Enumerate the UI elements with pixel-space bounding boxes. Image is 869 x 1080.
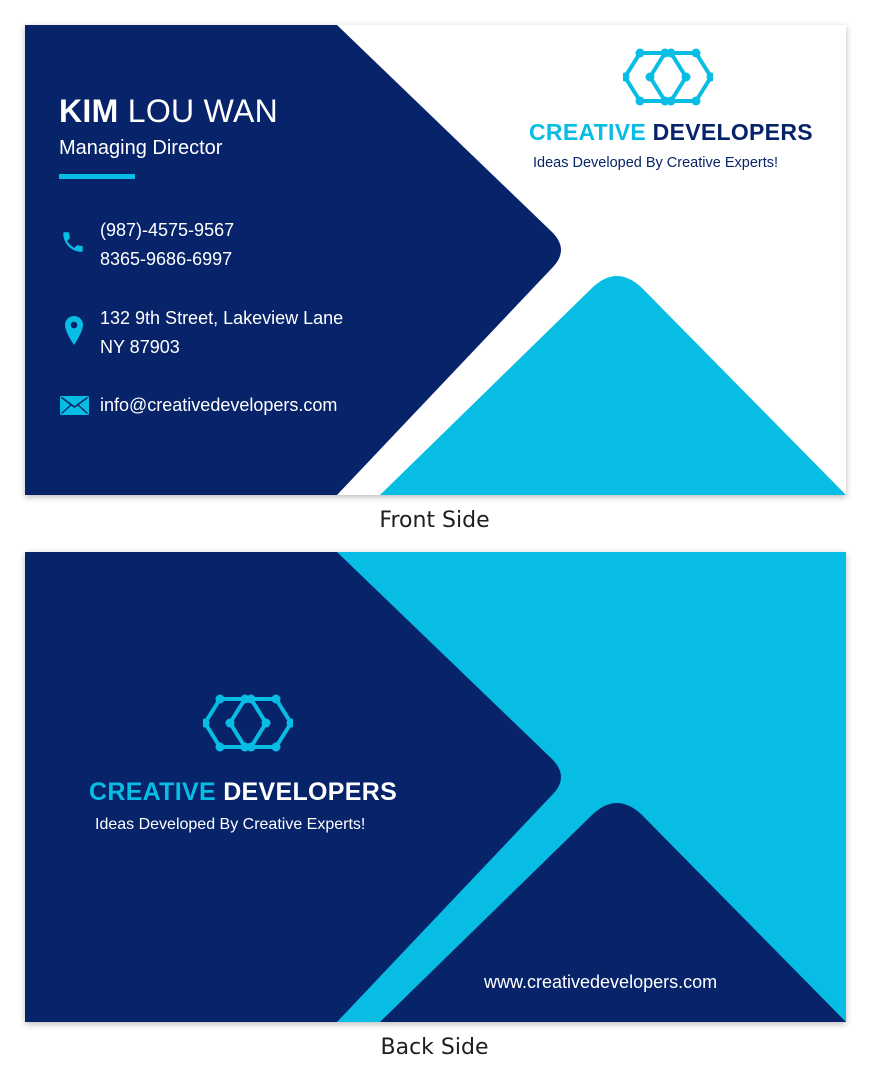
phone-2: 8365-9686-6997 bbox=[100, 249, 233, 269]
envelope-icon bbox=[60, 396, 89, 415]
hexagon-logo-icon bbox=[623, 48, 713, 106]
location-pin-icon bbox=[65, 316, 83, 345]
front-business-card: KIM LOU WAN Managing Director (987)-4575… bbox=[25, 25, 846, 495]
address-line-1: 132 9th Street, Lakeview Lane bbox=[100, 308, 344, 328]
address-line-2: NY 87903 bbox=[100, 337, 180, 357]
phone-1: (987)-4575-9567 bbox=[100, 220, 235, 240]
website-url: www.creativedevelopers.com bbox=[484, 972, 718, 992]
hexagon-logo-icon bbox=[203, 694, 293, 752]
back-business-card: CREATIVE DEVELOPERS Ideas Developed By C… bbox=[25, 552, 846, 1022]
company-tagline: Ideas Developed By Creative Experts! bbox=[95, 816, 366, 833]
phone-icon bbox=[63, 232, 83, 252]
email-address: info@creativedevelopers.com bbox=[100, 395, 338, 415]
company-name: CREATIVE DEVELOPERS bbox=[89, 778, 398, 806]
phone-numbers: (987)-4575-9567 8365-9686-6997 bbox=[100, 216, 234, 274]
front-side-caption: Front Side bbox=[379, 508, 490, 533]
company-name: CREATIVE DEVELOPERS bbox=[529, 119, 813, 145]
title-underline bbox=[59, 174, 135, 179]
company-tagline: Ideas Developed By Creative Experts! bbox=[533, 155, 779, 171]
job-title: Managing Director bbox=[59, 137, 223, 159]
address: 132 9th Street, Lakeview Lane NY 87903 bbox=[100, 304, 343, 362]
back-side-caption: Back Side bbox=[380, 1035, 489, 1060]
person-name: KIM LOU WAN bbox=[59, 93, 279, 129]
